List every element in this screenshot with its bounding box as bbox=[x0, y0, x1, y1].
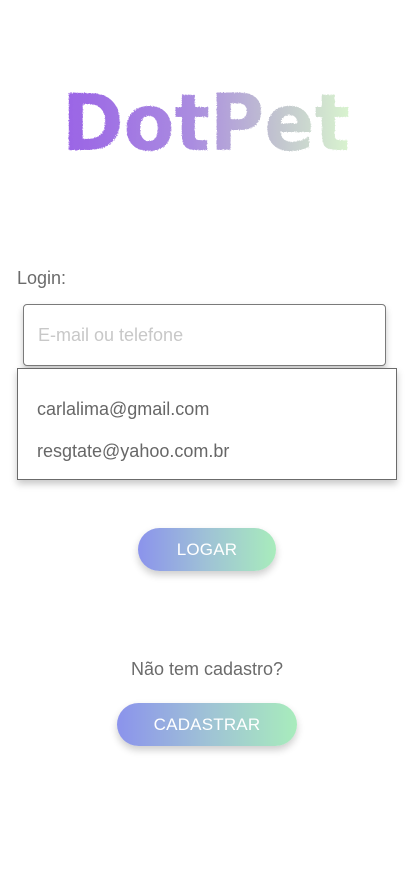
login-input-field[interactable] bbox=[23, 304, 386, 366]
svg-text:DotPet: DotPet bbox=[62, 79, 350, 162]
autocomplete-dropdown: carlalima@gmail.com resgtate@yahoo.com.b… bbox=[17, 368, 397, 480]
login-button-label: LOGAR bbox=[176, 539, 238, 559]
login-button[interactable]: LOGAR bbox=[138, 528, 276, 571]
no-account-prompt: Não tem cadastro? bbox=[130, 659, 284, 679]
register-button[interactable]: CADASTRAR bbox=[117, 703, 297, 746]
dotpet-logo: DotPet bbox=[62, 79, 350, 162]
login-label: Login: bbox=[17, 268, 67, 288]
register-button-label: CADASTRAR bbox=[153, 714, 261, 734]
email-phone-input[interactable] bbox=[38, 324, 385, 346]
suggestion-item[interactable]: resgtate@yahoo.com.br bbox=[37, 441, 229, 462]
suggestion-item[interactable]: carlalima@gmail.com bbox=[37, 399, 209, 420]
